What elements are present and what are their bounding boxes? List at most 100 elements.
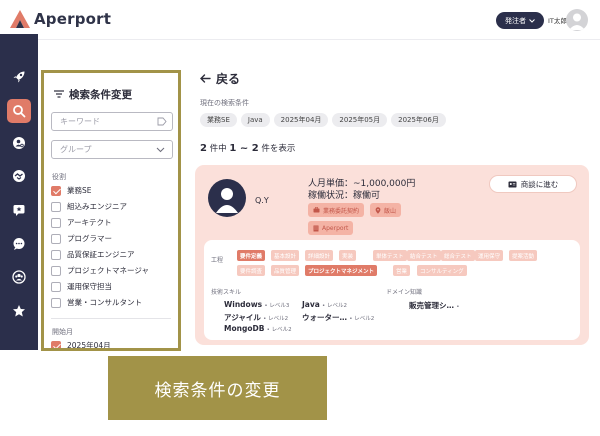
skill-name: ウォーター… [302,313,347,322]
tech-skills-label: 技術スキル [211,289,242,296]
sidebar-item-chat-star[interactable] [7,198,31,222]
sidebar-item-chat[interactable] [7,232,31,256]
process-tag: 詳細設計 [305,250,334,261]
sidebar-item-group[interactable] [7,265,31,289]
caption-banner: 検索条件の変更 [108,356,327,420]
group-icon [12,270,26,284]
handshake-icon [13,170,25,182]
process-tag: 要件調査 [237,265,266,276]
role-option[interactable]: 品質保証エンジニア [51,249,135,260]
user-name: IT太郎 [548,17,567,25]
location-tag: 飯山 [370,203,402,217]
condition-chip: 2025年05月 [332,113,388,127]
level-bullet: • [456,304,460,310]
role-option[interactable]: 運用保守担当 [51,281,112,292]
start-month-option[interactable]: 2025年04月 [51,340,111,348]
user-avatar[interactable] [566,9,588,31]
start-month-label: 開始月 [52,328,73,336]
result-total: 2 [200,143,207,154]
logo-icon [10,10,30,28]
checkbox[interactable] [51,201,61,212]
back-label: 戻る [216,72,241,86]
chevron-down-icon [156,146,165,155]
tag-search-icon [157,117,167,128]
condition-chip: 2025年06月 [391,113,446,127]
logo-text: Aperport [34,10,112,28]
top-header: Aperport 発注者 IT太郎 [0,0,600,40]
checkbox[interactable] [51,281,61,292]
sidebar-item-handshake[interactable] [7,164,31,188]
condition-chip: 2025年04月 [273,113,329,127]
result-total-suffix: 件中 [209,144,227,154]
checkbox[interactable] [51,297,61,308]
role-option[interactable]: プロジェクトマネージャ [51,265,149,276]
back-link[interactable]: 戻る [200,70,240,87]
contract-tag-label: 業務委託契約 [323,207,360,215]
role-option-label: 営業・コンサルタント [67,298,142,307]
level-bullet: • [349,316,353,322]
result-count: 2 件中 1 ~ 2 件を表示 [200,142,295,154]
star-icon [13,305,25,317]
process-tag: プロジェクトマネジメント [305,265,378,276]
skill-level: レベル2 [354,316,375,322]
role-dropdown[interactable]: 発注者 [496,12,544,29]
skill-item: MongoDB • レベル2 [224,324,292,333]
chevron-down-icon [529,17,535,25]
role-option[interactable]: 営業・コンサルタント [51,297,142,308]
skill-name: アジャイル [224,313,261,322]
checkbox[interactable] [51,217,61,228]
role-option[interactable]: プログラマー [51,233,112,244]
process-tag: 基本設計 [271,250,300,261]
role-option-label: 運用保守担当 [67,282,112,291]
role-option[interactable]: 業務SE [51,185,92,196]
condition-chip: Java [240,113,270,127]
process-tag: 提案活動 [509,250,538,261]
skill-name: Windows [224,300,263,309]
keyword-input[interactable]: キーワード [51,112,173,131]
skill-item: ウォーター… • レベル2 [302,312,374,323]
role-option-label: 品質保証エンジニア [67,250,135,259]
checkbox[interactable] [51,340,61,348]
negotiate-button[interactable]: 商談に進む [489,175,577,193]
candidate-avatar [208,179,246,217]
sidebar-item-user-search[interactable] [7,131,31,155]
filter-panel: 検索条件変更 キーワード グループ 役割 業務SE 組込みエンジニア アーキテク… [41,70,181,351]
process-tag: 総合テスト [441,250,475,261]
rocket-icon [13,71,25,83]
role-section-label: 役割 [52,173,66,181]
building-icon [313,225,319,231]
role-option-label: 業務SE [67,186,92,195]
checkbox[interactable] [51,233,61,244]
sidebar-item-rocket[interactable] [7,65,31,89]
process-tag: 品質管理 [271,265,300,276]
location-pin-icon [375,206,381,214]
arrow-left-icon [200,72,211,86]
role-label: 発注者 [505,16,526,25]
sidebar-item-search[interactable] [7,99,31,123]
result-range: 1 ~ 2 [229,143,259,154]
contract-tag: 業務委託契約 [308,203,365,217]
app-root: Aperport 発注者 IT太郎 検索条件変更 キーワード グループ 役割 業… [0,0,600,436]
chat-star-icon [13,205,25,216]
logo[interactable]: Aperport [10,10,111,28]
group-placeholder: グループ [60,145,92,154]
company-tag-label: Aperport [322,224,349,232]
skill-level: レベル3 [269,303,290,309]
search-icon [13,105,26,118]
candidate-card[interactable]: Q.Y 人月単価：~1,000,000円 稼働状況：稼働可 業務委託契約 飯山 … [195,165,589,345]
checkbox[interactable] [51,249,61,260]
domain-name: 販売管理シ… [409,301,454,310]
role-option[interactable]: 組込みエンジニア [51,201,127,212]
checkbox[interactable] [51,185,61,196]
level-bullet: • [264,303,268,309]
level-bullet: • [266,327,270,333]
group-select[interactable]: グループ [51,140,173,159]
skill-item: Windows • レベル3 [224,300,289,309]
candidate-status: 稼働状況：稼働可 [308,191,381,201]
person-icon [569,13,585,30]
checkbox[interactable] [51,265,61,276]
process-tag: 実装 [339,250,357,261]
person-icon [216,188,238,213]
role-option[interactable]: アーキテクト [51,217,112,228]
sidebar-item-star[interactable] [7,299,31,323]
